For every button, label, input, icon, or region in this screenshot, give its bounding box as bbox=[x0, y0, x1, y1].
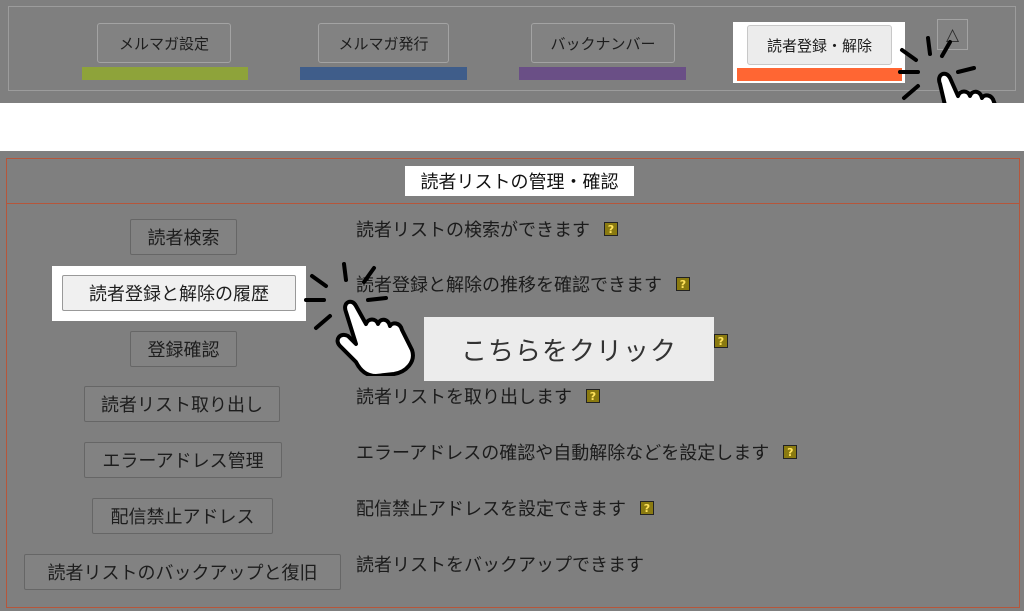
tab-color-stripe-orange bbox=[737, 68, 902, 81]
help-icon[interactable]: ? bbox=[604, 222, 618, 236]
tab-color-stripe-green bbox=[82, 67, 248, 80]
click-here-tooltip: こちらをクリック bbox=[424, 317, 714, 381]
tab-reader-registration[interactable]: 読者登録・解除 bbox=[747, 25, 892, 65]
row-description: 配信禁止アドレスを設定できます? bbox=[356, 493, 654, 523]
tab-mailmag-publish[interactable]: メルマガ発行 bbox=[318, 23, 449, 63]
help-icon[interactable]: ? bbox=[783, 445, 798, 459]
row-description: 読者リストをバックアップできます bbox=[356, 555, 644, 576]
row-description: エラーアドレスの確認や自動解除などを設定します? bbox=[356, 437, 798, 467]
help-icon[interactable]: ? bbox=[714, 334, 728, 348]
tab-label: メルマガ設定 bbox=[118, 34, 209, 53]
tab-color-stripe-purple bbox=[519, 67, 686, 80]
tab-color-stripe-blue bbox=[300, 67, 467, 80]
blocked-address-button[interactable]: 配信禁止アドレス bbox=[92, 498, 273, 534]
help-icon[interactable]: ? bbox=[640, 501, 654, 515]
tab-label: メルマガ発行 bbox=[338, 34, 429, 53]
separator bbox=[0, 103, 1024, 151]
help-icon[interactable]: ? bbox=[676, 277, 690, 291]
tab-label: バックナンバー bbox=[550, 34, 656, 53]
pointing-hand-click-icon bbox=[304, 262, 415, 376]
reader-list-export-button[interactable]: 読者リスト取り出し bbox=[84, 386, 280, 422]
tab-label: 読者登録・解除 bbox=[766, 36, 872, 55]
tab-mailmag-settings[interactable]: メルマガ設定 bbox=[97, 23, 231, 63]
tab-back-number[interactable]: バックナンバー bbox=[531, 23, 675, 63]
help-icon[interactable]: ? bbox=[586, 389, 600, 403]
error-address-button[interactable]: エラーアドレス管理 bbox=[84, 442, 282, 478]
registration-history-button[interactable]: 読者登録と解除の履歴 bbox=[62, 275, 296, 311]
reader-search-button[interactable]: 読者検索 bbox=[130, 219, 237, 255]
backup-restore-button[interactable]: 読者リストのバックアップと復旧 bbox=[24, 554, 341, 590]
panel-title: 読者リストの管理・確認 bbox=[405, 166, 634, 196]
row-description: 読者リストの検索ができます? bbox=[356, 214, 618, 244]
registration-check-button[interactable]: 登録確認 bbox=[130, 331, 237, 367]
row-description: 読者リストを取り出します? bbox=[356, 381, 600, 411]
